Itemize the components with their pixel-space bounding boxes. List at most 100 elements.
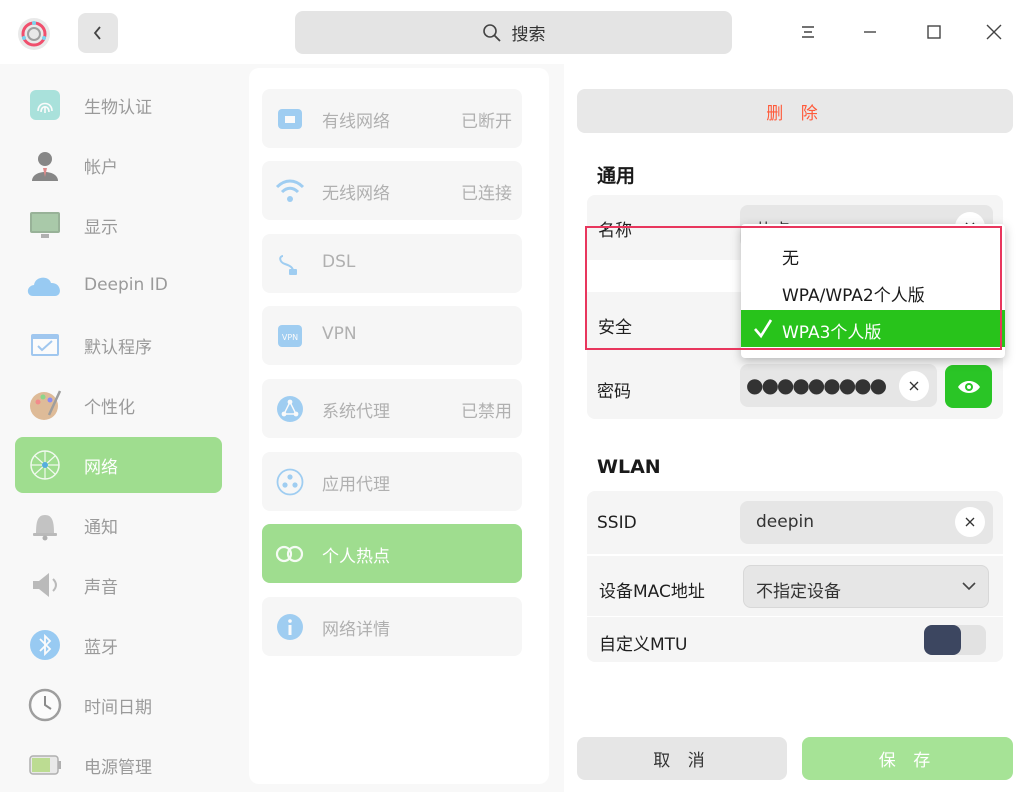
search-placeholder: 搜索 xyxy=(511,25,546,45)
network-item-app-proxy[interactable]: 应用代理 xyxy=(262,452,522,511)
app-logo-icon xyxy=(14,14,54,54)
close-button[interactable] xyxy=(974,14,1014,50)
title-bar: 搜索 xyxy=(0,0,1025,64)
sidebar-item-power[interactable]: 电源管理 xyxy=(15,737,222,792)
dsl-icon xyxy=(274,249,306,279)
sidebar-item-network[interactable]: 网络 xyxy=(15,437,222,493)
sidebar-item-label: 电源管理 xyxy=(84,757,152,778)
network-item-vpn[interactable]: VPN VPN xyxy=(262,306,522,365)
info-icon xyxy=(274,612,306,642)
app-proxy-icon xyxy=(274,467,306,497)
network-item-details[interactable]: 网络详情 xyxy=(262,597,522,656)
highlight-annotation-box xyxy=(585,226,1002,350)
network-item-dsl[interactable]: DSL xyxy=(262,234,522,293)
palette-icon xyxy=(25,385,65,425)
minimize-button[interactable] xyxy=(850,14,890,50)
sidebar-item-label: 声音 xyxy=(84,577,118,598)
toggle-knob xyxy=(924,625,961,655)
chevron-down-icon xyxy=(962,582,976,591)
network-item-label: VPN xyxy=(322,324,357,344)
sidebar-item-datetime[interactable]: 时间日期 xyxy=(15,677,222,733)
delete-button[interactable]: 删 除 xyxy=(577,89,1013,133)
wired-icon xyxy=(274,104,306,134)
ssid-value: deepin xyxy=(756,512,814,532)
sidebar-item-bluetooth[interactable]: 蓝牙 xyxy=(15,617,222,673)
sidebar-item-label: Deepin ID xyxy=(84,275,168,295)
mac-value: 不指定设备 xyxy=(756,582,841,602)
default-apps-icon xyxy=(25,325,65,365)
sidebar-item-label: 默认程序 xyxy=(84,337,152,358)
battery-icon xyxy=(25,745,65,785)
save-button[interactable]: 保 存 xyxy=(802,737,1013,780)
sidebar-item-sound[interactable]: 声音 xyxy=(15,557,222,613)
mac-label: 设备MAC地址 xyxy=(599,582,705,602)
network-item-wired[interactable]: 有线网络 已断开 xyxy=(262,89,522,148)
password-value: ●●●●●●●●● xyxy=(746,373,887,397)
minimize-icon xyxy=(864,31,876,33)
password-clear-button[interactable] xyxy=(899,371,929,401)
hotspot-icon xyxy=(274,539,306,569)
bell-icon xyxy=(25,505,65,545)
sidebar-item-label: 显示 xyxy=(84,217,118,238)
clear-icon xyxy=(965,517,975,527)
network-item-system-proxy[interactable]: 系统代理 已禁用 xyxy=(262,379,522,438)
fingerprint-icon xyxy=(25,85,65,125)
back-button[interactable] xyxy=(78,13,118,53)
display-icon xyxy=(25,205,65,245)
chevron-left-icon xyxy=(93,26,101,40)
eye-icon xyxy=(957,380,980,393)
show-password-button[interactable] xyxy=(945,365,992,408)
wifi-icon xyxy=(274,176,306,206)
svg-text:VPN: VPN xyxy=(282,333,298,342)
search-input[interactable]: 搜索 xyxy=(295,11,732,54)
network-icon xyxy=(25,445,65,485)
network-item-label: 应用代理 xyxy=(322,475,390,495)
sidebar-item-display[interactable]: 显示 xyxy=(15,197,222,253)
clock-icon xyxy=(25,685,65,725)
network-item-wireless[interactable]: 无线网络 已连接 xyxy=(262,161,522,220)
ssid-clear-button[interactable] xyxy=(955,507,985,537)
sidebar-item-label: 帐户 xyxy=(84,157,118,178)
network-item-status: 已连接 xyxy=(461,184,512,204)
speaker-icon xyxy=(25,565,65,605)
ssid-label: SSID xyxy=(597,513,637,533)
network-item-status: 已禁用 xyxy=(461,402,512,422)
cloud-icon xyxy=(25,265,65,305)
password-label: 密码 xyxy=(597,382,631,402)
menu-button[interactable] xyxy=(788,14,828,50)
vpn-icon: VPN xyxy=(274,321,306,351)
cancel-button[interactable]: 取 消 xyxy=(577,737,787,780)
system-proxy-icon xyxy=(274,394,306,424)
sidebar-item-label: 蓝牙 xyxy=(84,637,118,658)
sidebar-item-label: 网络 xyxy=(84,457,118,478)
mtu-toggle[interactable] xyxy=(924,625,986,655)
maximize-button[interactable] xyxy=(914,14,954,50)
network-item-status: 已断开 xyxy=(461,112,512,132)
mac-select[interactable]: 不指定设备 xyxy=(743,565,989,608)
general-section-title: 通用 xyxy=(597,165,636,187)
network-item-hotspot[interactable]: 个人热点 xyxy=(262,524,522,583)
sidebar-item-account[interactable]: 帐户 xyxy=(15,137,222,193)
sidebar-item-label: 个性化 xyxy=(84,397,135,418)
search-icon xyxy=(482,23,501,42)
sidebar-item-default-apps[interactable]: 默认程序 xyxy=(15,317,222,373)
sidebar-item-notification[interactable]: 通知 xyxy=(15,497,222,553)
network-item-label: 无线网络 xyxy=(322,184,390,204)
clear-icon xyxy=(909,381,919,391)
sidebar-item-label: 通知 xyxy=(84,517,118,538)
maximize-icon xyxy=(927,25,941,39)
network-item-label: DSL xyxy=(322,252,356,272)
sidebar-item-biometric[interactable]: 生物认证 xyxy=(15,77,222,133)
sidebar-item-personalization[interactable]: 个性化 xyxy=(15,377,222,433)
mtu-label: 自定义MTU xyxy=(599,635,688,655)
sidebar-item-label: 生物认证 xyxy=(84,97,152,118)
close-icon xyxy=(986,24,1002,40)
network-item-label: 网络详情 xyxy=(322,620,390,640)
network-item-label: 个人热点 xyxy=(322,547,390,567)
wlan-section-title: WLAN xyxy=(597,456,661,478)
bluetooth-icon xyxy=(25,625,65,665)
account-icon xyxy=(25,145,65,185)
sidebar-item-deepin-id[interactable]: Deepin ID xyxy=(15,257,222,313)
network-item-label: 有线网络 xyxy=(322,112,390,132)
network-item-label: 系统代理 xyxy=(322,402,390,422)
